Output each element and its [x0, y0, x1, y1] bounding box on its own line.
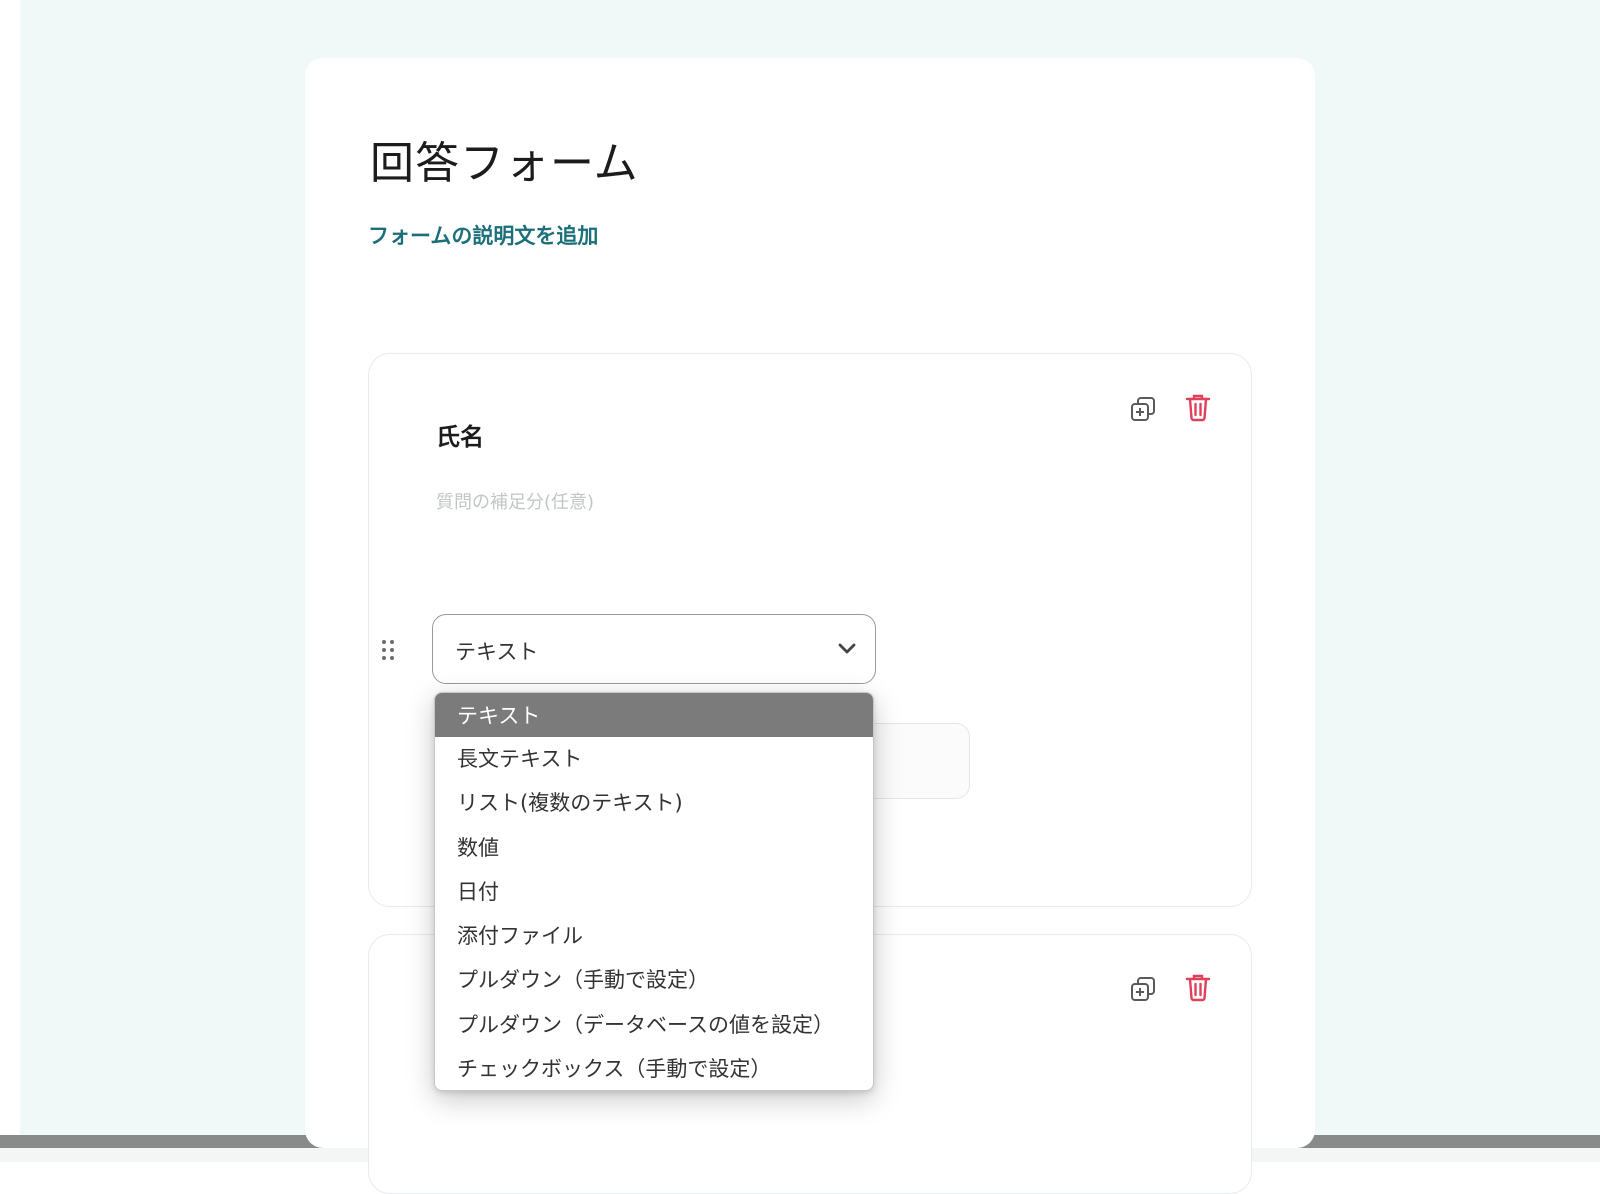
trash-icon[interactable] — [1181, 390, 1215, 424]
dropdown-option-pulldown-database[interactable]: プルダウン（データベースの値を設定） — [435, 1003, 873, 1047]
question-hint-field[interactable]: 質問の補足分(任意) — [436, 488, 594, 514]
question-type-selected: テキスト — [455, 640, 539, 664]
question-type-select[interactable]: テキスト — [432, 614, 876, 684]
dropdown-option-long-text[interactable]: 長文テキスト — [435, 737, 873, 781]
dropdown-option-text[interactable]: テキスト — [435, 693, 873, 737]
chevron-down-icon — [837, 641, 857, 660]
drag-handle-icon[interactable] — [380, 638, 396, 662]
dropdown-option-number[interactable]: 数値 — [435, 826, 873, 870]
add-description-link[interactable]: フォームの説明文を追加 — [368, 220, 598, 250]
question-type-dropdown: テキスト 長文テキスト リスト(複数のテキスト) 数値 日付 添付ファイル プル… — [434, 692, 874, 1091]
dropdown-option-date[interactable]: 日付 — [435, 870, 873, 914]
dropdown-option-attachment[interactable]: 添付ファイル — [435, 914, 873, 958]
form-title: 回答フォーム — [370, 138, 639, 189]
duplicate-icon[interactable] — [1126, 972, 1160, 1006]
answer-preview-field[interactable] — [870, 723, 970, 799]
dropdown-option-pulldown-manual[interactable]: プルダウン（手動で設定） — [435, 958, 873, 1002]
duplicate-icon[interactable] — [1126, 392, 1160, 426]
dropdown-option-checkbox-manual[interactable]: チェックボックス（手動で設定） — [435, 1047, 873, 1090]
trash-icon[interactable] — [1181, 970, 1215, 1004]
dropdown-option-list[interactable]: リスト(複数のテキスト) — [435, 781, 873, 825]
question-title[interactable]: 氏名 — [436, 417, 484, 452]
